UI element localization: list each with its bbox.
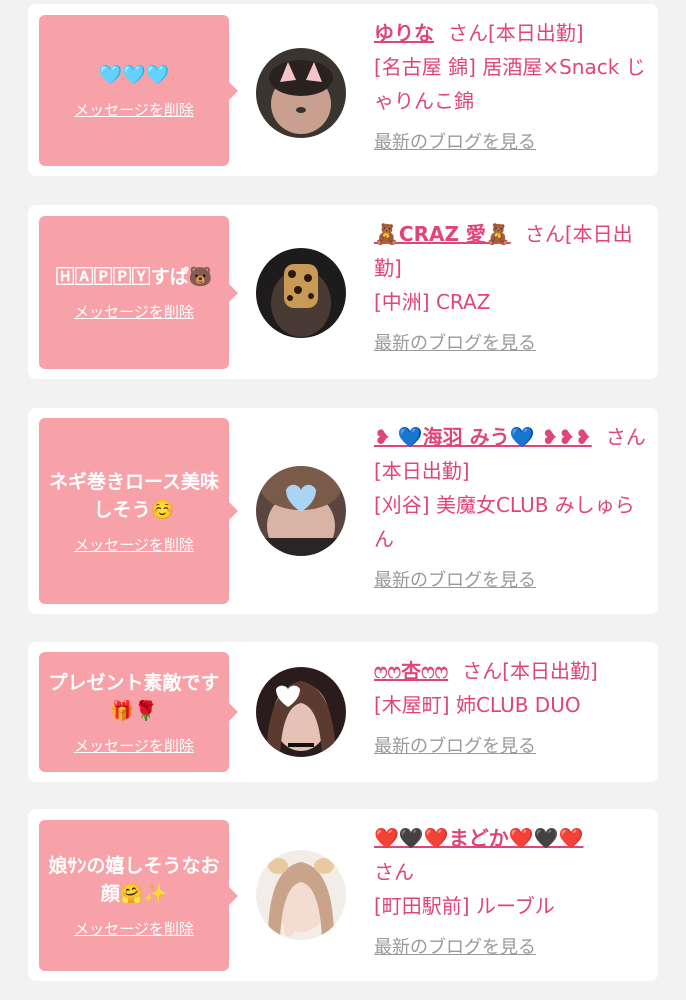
avatar[interactable] [256,466,346,556]
honorific: さん [524,222,565,246]
message-bubble: プレゼント素敵です🎁🌹 メッセージを削除 [39,652,238,772]
status-text: [本日出勤] [502,659,598,683]
honorific: さん [374,860,414,884]
cast-name-link[interactable]: 🧸CRAZ 愛🧸 [374,222,511,246]
latest-blog-link[interactable]: 最新のブログを見る [374,734,650,760]
message-card: プレゼント素敵です🎁🌹 メッセージを削除 ෆෆ杏ෆෆ さん[本日出勤] [木屋町]… [28,642,658,782]
delete-message-link[interactable]: メッセージを削除 [74,918,194,939]
avatar[interactable] [256,850,346,940]
message-bubble: ネギ巻きロース美味しそう☺️ メッセージを削除 [39,418,238,604]
message-text: 🄷🄰🄿🄿🅈すぱ🐻 [55,266,213,288]
message-card: 娘ｻﾝの嬉しそうなお顔🤗✨ メッセージを削除 ❤️🖤❤️まどか❤️🖤❤️ さん … [28,809,658,981]
cast-info: ゆりな さん[本日出勤] [名古屋 錦] 居酒屋×Snack じゃりんこ錦 最新の… [374,16,650,156]
message-bubble: 🩵🩵🩵 メッセージを削除 [39,15,238,166]
message-text: ネギ巻きロース美味しそう☺️ [48,470,220,521]
cast-name-link[interactable]: ❤️🖤❤️まどか❤️🖤❤️ [374,826,583,850]
shop-text: [木屋町] 姉CLUB DUO [374,693,581,717]
shop-text: [中洲] CRAZ [374,290,491,314]
status-text: [本日出勤] [374,459,470,483]
cast-info: 🧸CRAZ 愛🧸 さん[本日出勤] [中洲] CRAZ 最新のブログを見る [374,217,650,357]
honorific: さん [448,21,488,45]
avatar[interactable] [256,248,346,338]
message-text: 娘ｻﾝの嬉しそうなお顔🤗✨ [48,855,220,905]
delete-message-link[interactable]: メッセージを削除 [74,735,194,756]
message-text: 🩵🩵🩵 [98,64,170,86]
message-text: プレゼント素敵です🎁🌹 [48,671,220,722]
avatar[interactable] [256,667,346,757]
cast-info: ❤️🖤❤️まどか❤️🖤❤️ さん [町田駅前] ルーブル 最新のブログを見る [374,821,650,961]
message-card: ネギ巻きロース美味しそう☺️ メッセージを削除 ❥ 💙海羽 みう💙 ❥❥❥ さん [… [28,408,658,614]
honorific: さん [605,425,646,449]
status-text: [本日出勤] [488,21,584,45]
delete-message-link[interactable]: メッセージを削除 [74,534,194,555]
shop-text: [刈谷] 美魔女CLUB みしゅらん [374,493,635,551]
cast-info: ෆෆ杏ෆෆ さん[本日出勤] [木屋町] 姉CLUB DUO 最新のブログを見る [374,654,650,760]
latest-blog-link[interactable]: 最新のブログを見る [374,568,650,594]
avatar[interactable] [256,48,346,138]
latest-blog-link[interactable]: 最新のブログを見る [374,935,650,961]
cast-name-link[interactable]: ゆりな [374,21,434,45]
cast-info: ❥ 💙海羽 みう💙 ❥❥❥ さん [本日出勤] [刈谷] 美魔女CLUB みしゅらん… [374,420,650,594]
message-bubble: 🄷🄰🄿🄿🅈すぱ🐻 メッセージを削除 [39,216,238,369]
shop-text: [町田駅前] ルーブル [374,894,555,918]
cast-name-link[interactable]: ❥ 💙海羽 みう💙 ❥❥❥ [374,425,592,449]
shop-text: [名古屋 錦] 居酒屋×Snack じゃりんこ錦 [374,55,646,113]
delete-message-link[interactable]: メッセージを削除 [74,99,194,120]
honorific: さん [462,659,503,683]
delete-message-link[interactable]: メッセージを削除 [74,301,194,322]
cast-name-link[interactable]: ෆෆ杏ෆෆ [374,659,448,683]
message-card: 🩵🩵🩵 メッセージを削除 ゆりな さん[本日出勤] [名古屋 錦] 居酒屋×Sna… [28,4,658,176]
message-card: 🄷🄰🄿🄿🅈すぱ🐻 メッセージを削除 🧸CRAZ 愛🧸 さん[本日出勤] [中洲] … [28,205,658,379]
latest-blog-link[interactable]: 最新のブログを見る [374,331,650,357]
latest-blog-link[interactable]: 最新のブログを見る [374,130,650,156]
message-bubble: 娘ｻﾝの嬉しそうなお顔🤗✨ メッセージを削除 [39,820,238,971]
